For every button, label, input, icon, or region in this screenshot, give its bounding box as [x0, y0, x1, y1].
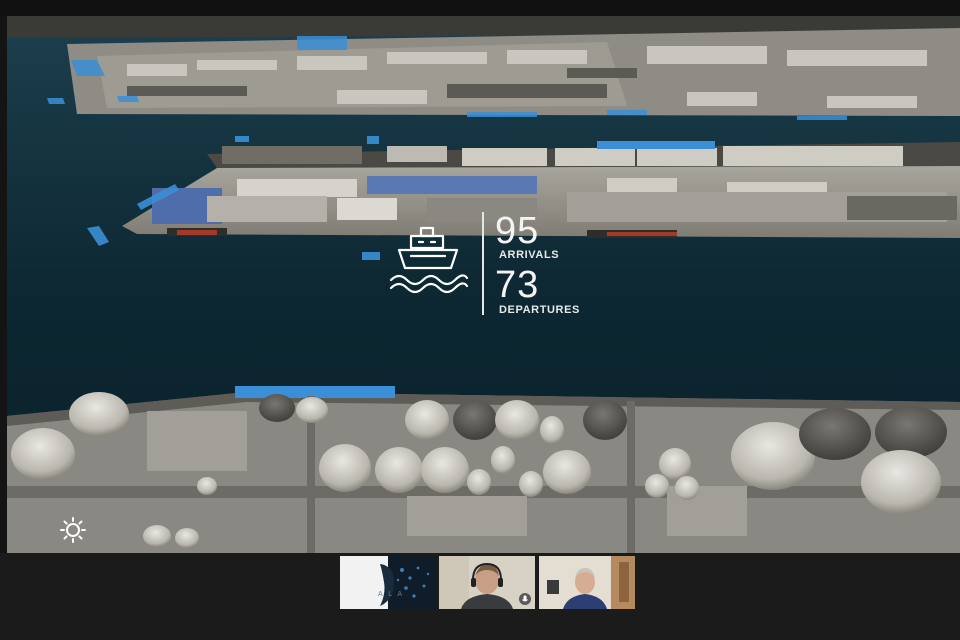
participant-video-3 — [539, 556, 635, 609]
ship-icon — [389, 226, 469, 294]
arrivals-count: 95 — [495, 210, 540, 252]
logo-avatar: A L A — [340, 556, 436, 609]
departures-count: 73 — [495, 264, 540, 306]
mic-icon[interactable] — [519, 593, 531, 605]
arrivals-label: ARRIVALS — [499, 249, 560, 261]
stats-divider — [482, 212, 484, 315]
port-traffic-overlay: 95 ARRIVALS 73 DEPARTURES — [387, 202, 627, 322]
participant-tile-1[interactable]: A L A — [340, 556, 436, 609]
shared-screen: 95 ARRIVALS 73 DEPARTURES — [7, 16, 960, 553]
participant-tile-3[interactable] — [539, 556, 635, 609]
logo-text: A L A — [378, 591, 404, 598]
participant-tile-2[interactable] — [439, 556, 535, 609]
sun-icon[interactable] — [59, 516, 87, 544]
departures-label: DEPARTURES — [499, 304, 580, 316]
top-bar — [0, 0, 960, 16]
